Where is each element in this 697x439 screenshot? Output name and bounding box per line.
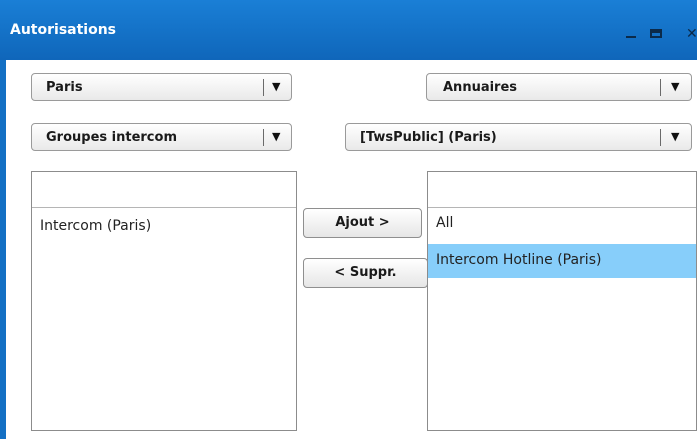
title-bar[interactable]: Autorisations ✕ bbox=[0, 0, 697, 60]
chevron-down-icon: ▼ bbox=[671, 80, 680, 93]
site-select[interactable]: Paris ▼ bbox=[31, 73, 292, 101]
available-groups-list[interactable]: Intercom (Paris) bbox=[31, 171, 297, 431]
category-select[interactable]: Annuaires ▼ bbox=[426, 73, 692, 101]
directory-select[interactable]: [TwsPublic] (Paris) ▼ bbox=[345, 123, 692, 151]
list-item-selected[interactable]: Intercom Hotline (Paris) bbox=[428, 244, 696, 278]
type-select-value: Groupes intercom bbox=[46, 130, 177, 145]
type-select[interactable]: Groupes intercom ▼ bbox=[31, 123, 292, 151]
add-button[interactable]: Ajout > bbox=[303, 208, 422, 238]
close-icon[interactable]: ✕ bbox=[686, 26, 697, 42]
list-item[interactable]: Intercom (Paris) bbox=[32, 210, 296, 244]
window-title: Autorisations bbox=[10, 22, 117, 38]
chevron-down-icon: ▼ bbox=[272, 80, 281, 93]
authorized-directories-list[interactable]: All Intercom Hotline (Paris) bbox=[427, 171, 697, 431]
list-item[interactable]: All bbox=[428, 207, 696, 241]
chevron-down-icon: ▼ bbox=[671, 130, 680, 143]
category-select-value: Annuaires bbox=[443, 80, 518, 95]
site-select-value: Paris bbox=[46, 80, 83, 95]
directory-select-value: [TwsPublic] (Paris) bbox=[360, 130, 497, 145]
chevron-down-icon: ▼ bbox=[272, 130, 281, 143]
authorizations-window: Autorisations ✕ Paris ▼ Groupes intercom… bbox=[0, 0, 697, 439]
list-header bbox=[428, 172, 696, 208]
remove-button[interactable]: < Suppr. bbox=[303, 258, 428, 288]
list-header bbox=[32, 172, 296, 208]
maximize-icon[interactable] bbox=[650, 29, 662, 38]
